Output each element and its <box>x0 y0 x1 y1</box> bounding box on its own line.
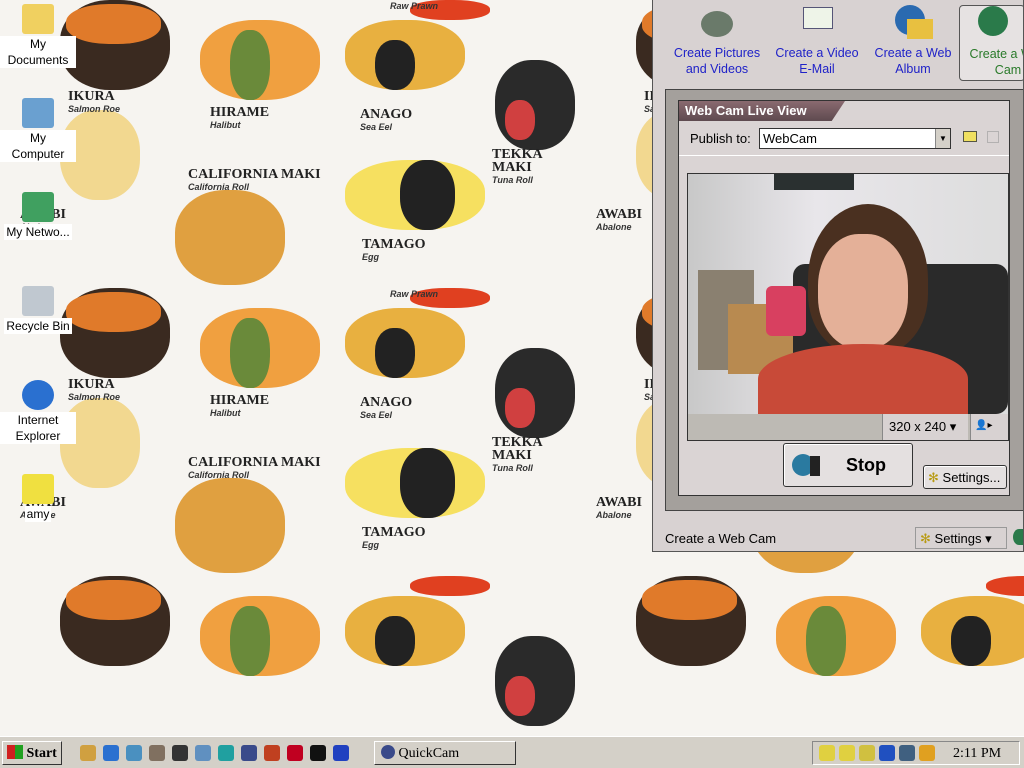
show-desktop-icon[interactable] <box>80 745 96 761</box>
wallpaper-label: ANAGOSea Eel <box>360 395 413 421</box>
wallpaper-tile <box>576 576 1024 736</box>
globe-webcam-icon <box>972 6 1012 42</box>
network-tray-icon[interactable] <box>879 745 895 761</box>
stop-button[interactable]: Stop <box>783 443 913 487</box>
taskbar: Start QuickCam 2:11 PM <box>0 736 1024 768</box>
outlook-icon[interactable] <box>126 745 142 761</box>
settings-button[interactable]: ✻ Settings... <box>923 465 1007 489</box>
taskbar-button-quickcam[interactable]: QuickCam <box>374 741 516 765</box>
publish-value: WebCam <box>763 131 817 146</box>
power-icon[interactable] <box>819 745 835 761</box>
settings-menu-label: Settings <box>934 531 982 546</box>
wallpaper-label: TAMAGOEgg <box>362 525 426 551</box>
network-icon <box>22 192 54 222</box>
windows-logo-icon <box>7 745 23 759</box>
quickcam-window: Create Pictures and Videos Create a Vide… <box>652 0 1024 552</box>
system-tray: 2:11 PM <box>812 741 1020 765</box>
resolution-value: 320 x 240 <box>889 419 947 434</box>
computer-icon[interactable] <box>195 745 211 761</box>
desktop-icon-label: My Documents <box>0 36 76 68</box>
monitor-icon[interactable] <box>899 745 915 761</box>
email-envelope-icon <box>797 5 837 41</box>
folder-icon <box>22 4 54 34</box>
aim-icon[interactable] <box>264 745 280 761</box>
web-cam-live-view-panel: Web Cam Live View Publish to: WebCam ▼ 3… <box>678 100 1010 496</box>
wallpaper-label: ANAGOSea Eel <box>360 107 413 133</box>
flag-icon[interactable] <box>987 131 999 143</box>
globe-album-icon <box>893 5 933 41</box>
wallpaper-label: Raw Prawn <box>390 289 439 299</box>
wallpaper-label: TEKKA MAKI Tuna Roll <box>492 147 542 186</box>
tool-create-pictures[interactable]: Create Pictures and Videos <box>669 5 765 81</box>
settings-menu-icon: ✻ <box>920 531 931 546</box>
tool-video-email[interactable]: Create a Video E-Mail <box>769 5 865 81</box>
wallpaper-label: AWABIAbalone <box>596 207 642 233</box>
desktop-icon[interactable]: My Computer <box>0 98 76 162</box>
wallpaper-tile: IKURASalmon Roe HIRAMEHalibut ANAGOSea E… <box>0 0 576 288</box>
stop-label: Stop <box>846 455 886 475</box>
tool-label: Create a Web Album <box>874 46 952 76</box>
desktop-icon[interactable]: amy <box>0 474 76 522</box>
resolution-select[interactable]: 320 x 240 ▾ <box>882 414 968 440</box>
tool-web-album[interactable]: Create a Web Album <box>865 5 961 81</box>
tool-label: Create a Video E-Mail <box>775 46 859 76</box>
publish-select[interactable]: WebCam ▼ <box>759 128 951 149</box>
media-icon[interactable] <box>149 745 165 761</box>
wallpaper-label: TEKKA MAKI Tuna Roll <box>492 435 542 474</box>
wallpaper-tile: IKURASalmon Roe HIRAMEHalibut ANAGOSea E… <box>0 288 576 576</box>
desktop-icon-label: My Netwo... <box>4 224 72 240</box>
desktop-icon[interactable]: Internet Explorer <box>0 380 76 444</box>
new-folder-icon[interactable] <box>963 131 977 142</box>
desktop-icon-label: My Computer <box>0 130 76 162</box>
webcam-options-icon[interactable]: 👤▸ <box>970 414 1008 440</box>
wallpaper-label: CALIFORNIA MAKICalifornia Roll <box>188 455 321 481</box>
wallpaper-label: TAMAGOEgg <box>362 237 426 263</box>
volume-icon[interactable] <box>859 745 875 761</box>
wallpaper-label: HIRAMEHalibut <box>210 393 270 419</box>
tool-label: Create a Web Cam <box>969 47 1023 77</box>
shortcut-icon <box>22 474 54 504</box>
computer-icon <box>22 98 54 128</box>
wallpaper-tile <box>0 576 576 736</box>
panel-frame: Web Cam Live View Publish to: WebCam ▼ 3… <box>665 89 1023 511</box>
keyboard-icon[interactable] <box>839 745 855 761</box>
globe-icon[interactable] <box>1013 529 1023 545</box>
desktop-icon[interactable]: Recycle Bin <box>0 286 76 334</box>
tool-web-cam[interactable]: Create a Web Cam <box>959 5 1023 81</box>
clock: 2:11 PM <box>953 746 1002 761</box>
winamp-icon[interactable] <box>218 745 234 761</box>
settings-gear-icon: ✻ <box>928 470 939 485</box>
status-text: Create a Web Cam <box>665 531 777 546</box>
desktop-icon[interactable]: My Netwo... <box>0 192 76 240</box>
dropdown-arrow-icon[interactable]: ▼ <box>935 129 950 148</box>
desktop-icon-label: amy <box>24 506 52 522</box>
camera-film-icon <box>697 5 737 41</box>
start-label: Start <box>26 746 57 761</box>
desktop-icon[interactable]: My Documents <box>0 4 76 68</box>
task-label: QuickCam <box>398 746 460 761</box>
wallpaper-label: HIRAMEHalibut <box>210 105 270 131</box>
tool-label: Create Pictures and Videos <box>673 46 761 76</box>
wallpaper-label: Raw Prawn <box>390 1 439 11</box>
wa-icon[interactable] <box>310 745 326 761</box>
desktop-icon-label: Recycle Bin <box>4 318 72 334</box>
webcam-icon[interactable] <box>241 745 257 761</box>
yahoo-icon[interactable] <box>287 745 303 761</box>
webcam-video-feed: 320 x 240 ▾ 👤▸ <box>687 173 1009 441</box>
messenger-tray-icon[interactable] <box>919 745 935 761</box>
panel-title: Web Cam Live View <box>679 101 845 121</box>
terminal-icon[interactable] <box>172 745 188 761</box>
wallpaper-label: CALIFORNIA MAKICalifornia Roll <box>188 167 321 193</box>
quickcam-icon <box>381 745 395 759</box>
settings-label: Settings... <box>942 470 1001 485</box>
publish-label: Publish to: <box>690 131 751 146</box>
recycle-bin-icon <box>22 286 54 316</box>
desktop-icon-label: Internet Explorer <box>0 412 76 444</box>
start-button[interactable]: Start <box>2 741 62 765</box>
wallpaper-label: AWABIAbalone <box>596 495 642 521</box>
ie-icon[interactable] <box>103 745 119 761</box>
ie-icon <box>22 380 54 410</box>
settings-menu-button[interactable]: ✻ Settings ▾ <box>915 527 1007 549</box>
messenger-icon[interactable] <box>333 745 349 761</box>
